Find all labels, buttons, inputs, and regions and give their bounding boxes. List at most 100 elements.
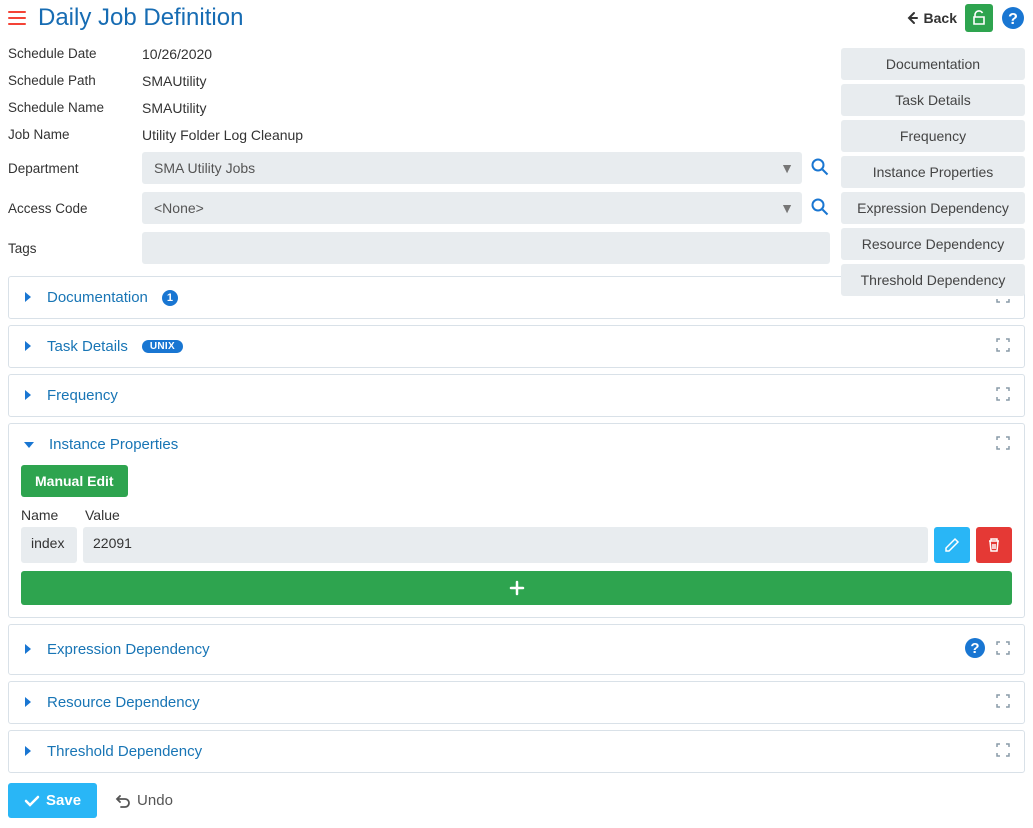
add-property-button[interactable]	[21, 571, 1012, 605]
undo-button[interactable]: Undo	[115, 792, 173, 809]
unlock-icon	[971, 10, 987, 26]
schedule-name-label: Schedule Name	[8, 100, 142, 115]
access-code-search-button[interactable]	[810, 197, 830, 220]
chevron-right-icon	[23, 642, 33, 658]
chevron-right-icon	[23, 388, 33, 404]
panel-instance-properties-header[interactable]: Instance Properties	[9, 424, 1024, 465]
schedule-path-label: Schedule Path	[8, 73, 142, 88]
save-button[interactable]: Save	[8, 783, 97, 818]
help-icon: ?	[964, 637, 986, 659]
undo-icon	[115, 793, 131, 809]
instance-properties-body: Manual Edit Name Value index 22091	[9, 465, 1024, 617]
panel-help-button[interactable]: ?	[964, 637, 986, 662]
panel-expression-dependency: Expression Dependency ?	[8, 624, 1025, 675]
chevron-down-icon	[23, 437, 35, 453]
panel-threshold-dependency: Threshold Dependency	[8, 730, 1025, 773]
page-title: Daily Job Definition	[38, 4, 243, 32]
panel-instance-properties: Instance Properties Manual Edit Name Val…	[8, 423, 1025, 618]
arrow-left-icon	[904, 10, 920, 26]
property-columns: Name Value	[21, 507, 1012, 523]
schedule-name-value: SMAUtility	[142, 100, 207, 116]
panel-resource-dependency: Resource Dependency	[8, 681, 1025, 724]
footer-actions: Save Undo	[0, 773, 1033, 828]
job-form: Schedule Date 10/26/2020 Schedule Path S…	[0, 36, 838, 272]
chevron-right-icon	[23, 339, 33, 355]
svg-text:?: ?	[970, 640, 979, 657]
platform-badge: UNIX	[142, 340, 183, 353]
panel-title: Threshold Dependency	[47, 743, 202, 760]
panel-title: Frequency	[47, 387, 118, 404]
nav-resource-dependency[interactable]: Resource Dependency	[841, 228, 1025, 260]
job-name-value: Utility Folder Log Cleanup	[142, 127, 303, 143]
expand-icon[interactable]	[996, 694, 1010, 711]
schedule-date-value: 10/26/2020	[142, 46, 212, 62]
unlock-button[interactable]	[965, 4, 993, 32]
undo-label: Undo	[137, 792, 173, 809]
col-value-header: Value	[85, 507, 120, 523]
access-code-value: <None>	[154, 200, 204, 216]
manual-edit-button[interactable]: Manual Edit	[21, 465, 128, 497]
department-search-button[interactable]	[810, 157, 830, 180]
access-code-label: Access Code	[8, 201, 142, 216]
panel-title: Instance Properties	[49, 436, 178, 453]
back-label: Back	[924, 10, 957, 26]
panel-task-details: Task Details UNIX	[8, 325, 1025, 368]
tags-label: Tags	[8, 241, 142, 256]
expand-icon[interactable]	[996, 338, 1010, 355]
help-button[interactable]: ?	[1001, 6, 1025, 30]
svg-text:?: ?	[1008, 11, 1018, 28]
panel-frequency: Frequency	[8, 374, 1025, 417]
access-code-select[interactable]: <None> ▼	[142, 192, 802, 224]
nav-frequency[interactable]: Frequency	[841, 120, 1025, 152]
department-value: SMA Utility Jobs	[154, 160, 255, 176]
nav-task-details[interactable]: Task Details	[841, 84, 1025, 116]
panels-container: Documentation 1 Task Details UNIX	[0, 276, 1033, 773]
chevron-right-icon	[23, 695, 33, 711]
panel-resource-dependency-header[interactable]: Resource Dependency	[9, 682, 1024, 723]
delete-property-button[interactable]	[976, 527, 1012, 563]
edit-property-button[interactable]	[934, 527, 970, 563]
schedule-date-label: Schedule Date	[8, 46, 142, 61]
trash-icon	[986, 537, 1002, 553]
section-nav: Documentation Task Details Frequency Ins…	[841, 48, 1025, 296]
schedule-path-value: SMAUtility	[142, 73, 207, 89]
property-value[interactable]: 22091	[83, 527, 928, 563]
nav-threshold-dependency[interactable]: Threshold Dependency	[841, 264, 1025, 296]
save-label: Save	[46, 792, 81, 809]
pencil-icon	[944, 537, 960, 553]
back-button[interactable]: Back	[904, 10, 957, 26]
hamburger-menu-icon[interactable]	[8, 9, 26, 27]
panel-threshold-dependency-header[interactable]: Threshold Dependency	[9, 731, 1024, 772]
job-name-label: Job Name	[8, 127, 142, 142]
check-icon	[24, 793, 40, 809]
plus-icon	[509, 580, 525, 596]
chevron-right-icon	[23, 744, 33, 760]
caret-down-icon: ▼	[780, 200, 794, 216]
panel-frequency-header[interactable]: Frequency	[9, 375, 1024, 416]
department-select[interactable]: SMA Utility Jobs ▼	[142, 152, 802, 184]
panel-title: Expression Dependency	[47, 641, 210, 658]
property-name[interactable]: index	[21, 527, 77, 563]
nav-instance-properties[interactable]: Instance Properties	[841, 156, 1025, 188]
search-icon	[810, 157, 830, 177]
col-name-header: Name	[21, 507, 77, 523]
caret-down-icon: ▼	[780, 160, 794, 176]
panel-task-details-header[interactable]: Task Details UNIX	[9, 326, 1024, 367]
panel-expression-dependency-header[interactable]: Expression Dependency ?	[9, 625, 1024, 674]
help-icon: ?	[1001, 6, 1025, 30]
expand-icon[interactable]	[996, 436, 1010, 453]
expand-icon[interactable]	[996, 387, 1010, 404]
panel-title: Task Details	[47, 338, 128, 355]
panel-title: Resource Dependency	[47, 694, 200, 711]
page-header: Daily Job Definition Back ?	[0, 0, 1033, 36]
count-badge: 1	[162, 290, 178, 306]
nav-documentation[interactable]: Documentation	[841, 48, 1025, 80]
chevron-right-icon	[23, 290, 33, 306]
expand-icon[interactable]	[996, 743, 1010, 760]
nav-expression-dependency[interactable]: Expression Dependency	[841, 192, 1025, 224]
expand-icon[interactable]	[996, 641, 1010, 658]
search-icon	[810, 197, 830, 217]
tags-input[interactable]	[142, 232, 830, 264]
property-row: index 22091	[21, 527, 1012, 563]
department-label: Department	[8, 161, 142, 176]
